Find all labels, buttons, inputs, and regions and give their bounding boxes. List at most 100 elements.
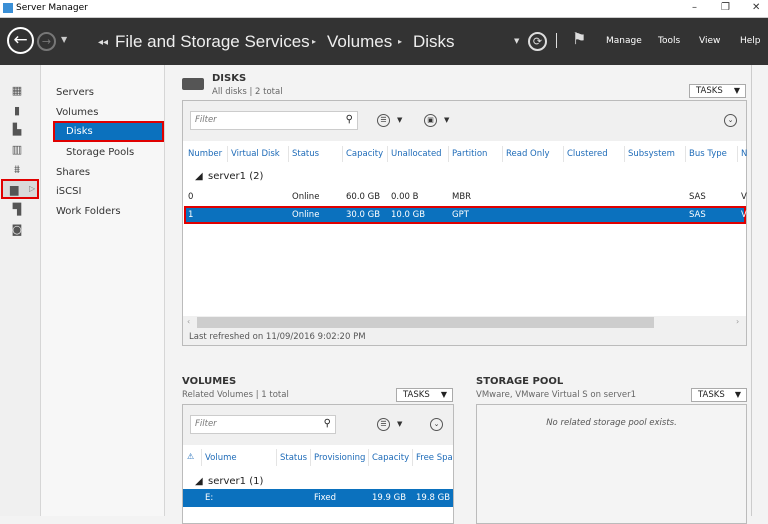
dashboard-icon[interactable]: ▦ [10, 85, 24, 97]
menu-view[interactable]: View [699, 36, 720, 46]
nav-servers[interactable]: Servers [56, 87, 94, 98]
disks-filter-input[interactable]: Filter ⚲ [190, 111, 358, 130]
column-separator[interactable] [412, 449, 413, 466]
column-header-capacity[interactable]: Capacity [372, 453, 409, 463]
search-icon[interactable]: ⚲ [324, 418, 331, 429]
menu-tools[interactable]: Tools [658, 36, 680, 46]
breadcrumb-volumes[interactable]: Volumes [327, 32, 392, 52]
column-separator[interactable] [387, 146, 388, 162]
scrollbar-thumb[interactable] [197, 317, 654, 328]
file-storage-icon-active[interactable]: ▆ ▷ [1, 179, 39, 199]
all-servers-icon[interactable]: ▙ [10, 124, 24, 136]
group-expand-icon[interactable]: ◢ [195, 476, 203, 487]
horizontal-scrollbar[interactable]: ‹ › [183, 316, 746, 329]
dropdown-icon[interactable]: ▼ [397, 116, 402, 124]
nav-shares[interactable]: Shares [56, 167, 90, 178]
notifications-flag-icon[interactable]: ⚑ [572, 29, 586, 48]
breadcrumb-file-storage[interactable]: File and Storage Services [115, 32, 310, 52]
disk-cell: SAS [689, 210, 706, 220]
search-icon[interactable]: ⚲ [346, 114, 353, 125]
disks-group-server1[interactable]: server1 (2) [208, 171, 263, 182]
column-separator[interactable] [368, 449, 369, 466]
remote-access-icon[interactable]: ◙ [10, 224, 24, 236]
volumes-filter-input[interactable]: Filter ⚲ [190, 415, 336, 434]
dropdown-icon: ▼ [734, 390, 741, 399]
column-header-status[interactable]: Status [292, 149, 319, 159]
menu-help[interactable]: Help [740, 36, 761, 46]
local-server-icon[interactable]: ▮ [10, 105, 24, 117]
menu-manage[interactable]: Manage [606, 36, 642, 46]
nav-disks[interactable]: Disks [53, 121, 164, 142]
group-expand-icon[interactable]: ◢ [195, 171, 203, 182]
column-header-virtual-disk[interactable]: Virtual Disk [231, 149, 280, 159]
scroll-right-icon[interactable]: › [736, 317, 739, 326]
volumes-tasks-button[interactable]: TASKS ▼ [396, 388, 453, 402]
column-header-free-spa[interactable]: Free Spa [416, 453, 453, 463]
refresh-icon[interactable]: ⟳ [528, 32, 547, 51]
nav-work-folders[interactable]: Work Folders [56, 206, 121, 217]
print-services-icon[interactable]: ▜ [10, 204, 24, 216]
column-separator[interactable] [276, 449, 277, 466]
column-separator[interactable] [685, 146, 686, 162]
nav-iscsi[interactable]: iSCSI [56, 186, 81, 197]
volume-row[interactable]: E: Fixed 19.9 GB 19.8 GB [183, 489, 453, 507]
tasks-label: TASKS [698, 390, 725, 400]
column-separator[interactable] [502, 146, 503, 162]
disk-cell: 60.0 GB [346, 192, 381, 202]
nav-storage-pools[interactable]: Storage Pools [66, 147, 134, 158]
column-separator[interactable] [342, 146, 343, 162]
restore-button[interactable]: ❐ [721, 2, 730, 13]
column-separator[interactable] [227, 146, 228, 162]
column-separator[interactable] [201, 449, 202, 466]
list-options-icon[interactable]: ☰ [377, 114, 390, 127]
column-separator[interactable] [310, 449, 311, 466]
column-header-read-only[interactable]: Read Only [506, 149, 550, 159]
column-separator[interactable] [448, 146, 449, 162]
iis-icon[interactable]: ⩩ [10, 164, 24, 176]
dropdown-icon[interactable]: ▼ [397, 420, 402, 428]
column-header-status[interactable]: Status [280, 453, 307, 463]
storage-pool-tasks-button[interactable]: TASKS ▼ [691, 388, 747, 402]
column-separator[interactable] [624, 146, 625, 162]
column-header-clustered[interactable]: Clustered [567, 149, 608, 159]
forward-button[interactable]: → [37, 32, 56, 51]
warning-column-icon[interactable]: ⚠ [187, 452, 194, 461]
dropdown-icon: ▼ [733, 86, 740, 95]
column-header-capacity[interactable]: Capacity [346, 149, 383, 159]
back-button[interactable]: ← [7, 27, 34, 54]
disk-cell: MBR [452, 192, 472, 202]
column-header-provisioning[interactable]: Provisioning [314, 453, 365, 463]
column-header-unallocated[interactable]: Unallocated [391, 149, 442, 159]
history-dropdown-icon[interactable]: ▼ [61, 35, 67, 44]
volume-cell: Fixed [314, 493, 337, 503]
scroll-left-icon[interactable]: ‹ [187, 317, 190, 326]
close-button[interactable]: ✕ [752, 2, 760, 13]
disk-cell: Online [292, 192, 320, 202]
dropdown-icon[interactable]: ▼ [444, 116, 449, 124]
file-services-icon[interactable]: ▥ [10, 144, 24, 156]
nav-volumes[interactable]: Volumes [56, 107, 98, 118]
column-separator[interactable] [563, 146, 564, 162]
volume-cell: 19.9 GB [372, 493, 407, 503]
collapse-icon[interactable]: ⌄ [724, 114, 737, 127]
volumes-group-server1[interactable]: server1 (1) [208, 476, 263, 487]
disk-cell: SAS [689, 192, 706, 202]
column-header-subsystem[interactable]: Subsystem [628, 149, 675, 159]
disk-row[interactable]: 0 Online 60.0 GB 0.00 B MBR SAS V [184, 188, 747, 206]
save-query-icon[interactable]: ▣ [424, 114, 437, 127]
title-bar: Server Manager – ❐ ✕ [0, 0, 768, 18]
column-header-n[interactable]: N [741, 149, 747, 159]
minimize-button[interactable]: – [692, 2, 697, 13]
column-header-partition[interactable]: Partition [452, 149, 487, 159]
list-options-icon[interactable]: ☰ [377, 418, 390, 431]
column-header-volume[interactable]: Volume [205, 453, 237, 463]
column-separator[interactable] [737, 146, 738, 162]
column-header-bus-type[interactable]: Bus Type [689, 149, 727, 159]
collapse-icon[interactable]: ⌄ [430, 418, 443, 431]
breadcrumb-expand-icon[interactable]: ◂◂ [98, 37, 108, 48]
disks-tasks-button[interactable]: TASKS ▼ [689, 84, 746, 98]
disk-row[interactable]: 1 Online 30.0 GB 10.0 GB GPT SAS V [184, 206, 747, 224]
column-separator[interactable] [288, 146, 289, 162]
column-header-number[interactable]: Number [188, 149, 222, 159]
dropdown-icon[interactable]: ▼ [514, 37, 519, 45]
